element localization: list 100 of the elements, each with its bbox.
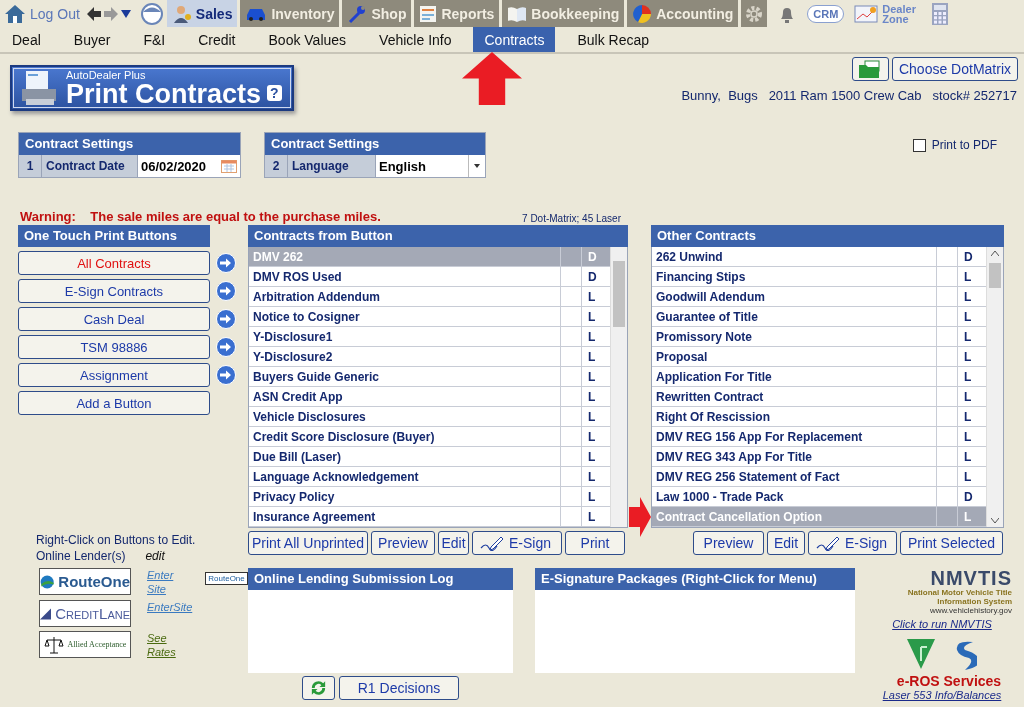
- printer-type: L: [587, 328, 597, 346]
- contract-name: Due Bill (Laser): [249, 447, 561, 466]
- setting-number: 2: [265, 155, 288, 177]
- scroll-thumb[interactable]: [989, 263, 1001, 288]
- tab[interactable]: Deal: [1, 27, 52, 52]
- scroll-thumb[interactable]: [613, 261, 625, 327]
- tab[interactable]: Credit: [187, 27, 247, 52]
- scroll-up-icon[interactable]: [991, 251, 999, 256]
- lender-link[interactable]: Enter Site: [147, 568, 174, 596]
- contract-row[interactable]: Promissory Note L: [652, 327, 986, 347]
- panel-title: E-Signature Packages (Right-Click for Menu): [535, 568, 855, 590]
- balances-link[interactable]: Laser 553 Info/Balances: [882, 689, 1002, 701]
- help-icon[interactable]: ?: [267, 85, 282, 101]
- nmvtis-link[interactable]: Click to run NMVTIS: [892, 618, 992, 630]
- printer-type: L: [963, 468, 973, 486]
- action-button[interactable]: Print All Unprinted: [248, 531, 368, 555]
- action-button[interactable]: Preview: [371, 531, 435, 555]
- tab[interactable]: Buyer: [62, 27, 122, 52]
- contract-row[interactable]: Y-Disclosure1 L: [249, 327, 610, 347]
- printer-type: L: [963, 508, 973, 526]
- contract-row[interactable]: Credit Score Disclosure (Buyer) L: [249, 427, 610, 447]
- contract-row[interactable]: Buyers Guide Generic L: [249, 367, 610, 387]
- lender-link[interactable]: EnterSite: [147, 600, 193, 614]
- setting-number: 1: [19, 155, 42, 177]
- refresh-button[interactable]: [302, 676, 335, 700]
- tab[interactable]: F&I: [132, 27, 177, 52]
- dropdown-caret-icon[interactable]: [474, 164, 480, 168]
- panel-title: Other Contracts: [651, 225, 1004, 247]
- home-icon: [4, 3, 26, 24]
- action-button[interactable]: Edit: [767, 531, 805, 555]
- tab[interactable]: Book Values: [257, 27, 358, 52]
- contract-row[interactable]: Right Of Rescission L: [652, 407, 986, 427]
- contract-row[interactable]: DMV REG 256 Statement of Fact L: [652, 467, 986, 487]
- printer-type: L: [963, 388, 973, 406]
- print-preset-button[interactable]: Assignment: [18, 363, 210, 387]
- calendar-icon[interactable]: [221, 159, 237, 173]
- contract-row[interactable]: Insurance Agreement L: [249, 507, 610, 527]
- scrollbar[interactable]: [610, 247, 627, 527]
- print-preset-button[interactable]: Cash Deal: [18, 307, 210, 331]
- module-tab[interactable]: Sales: [166, 0, 238, 27]
- print-preset-button[interactable]: TSM 98886: [18, 335, 210, 359]
- contract-row[interactable]: Privacy Policy L: [249, 487, 610, 507]
- contract-name: Notice to Cosigner: [249, 307, 561, 326]
- lender-link[interactable]: See Rates: [147, 631, 176, 659]
- contract-row[interactable]: Proposal L: [652, 347, 986, 367]
- checkbox[interactable]: [912, 138, 926, 152]
- contract-row[interactable]: Application For Title L: [652, 367, 986, 387]
- r1-decisions-button[interactable]: R1 Decisions: [339, 676, 459, 700]
- action-button[interactable]: Preview: [693, 531, 764, 555]
- contract-name: DMV REG 256 Statement of Fact: [652, 467, 937, 486]
- esign-button[interactable]: E-Sign: [472, 531, 562, 555]
- contract-row[interactable]: Vehicle Disclosures L: [249, 407, 610, 427]
- edit-link[interactable]: edit: [145, 548, 165, 564]
- contract-row[interactable]: Notice to Cosigner L: [249, 307, 610, 327]
- contract-row[interactable]: Financing Stips L: [652, 267, 986, 287]
- print-preset-button[interactable]: Add a Button: [18, 391, 210, 415]
- crm-button[interactable]: CRM: [807, 4, 845, 23]
- lender-logo[interactable]: CreditLane: [39, 600, 131, 627]
- date-field[interactable]: 06/02/2020: [138, 155, 240, 177]
- contract-row[interactable]: Y-Disclosure2 L: [249, 347, 610, 367]
- tab[interactable]: Bulk Recap: [566, 27, 660, 52]
- lender-badge[interactable]: RouteOne: [205, 572, 248, 585]
- action-button[interactable]: Edit: [438, 531, 469, 555]
- dropdown-caret-icon[interactable]: [120, 9, 131, 18]
- contract-row[interactable]: Language Acknowledgement L: [249, 467, 610, 487]
- scrollbar[interactable]: [986, 247, 1003, 527]
- tab[interactable]: Contracts: [473, 27, 556, 52]
- chart-icon[interactable]: [854, 4, 879, 23]
- contract-name: Privacy Policy: [249, 487, 561, 506]
- contract-row[interactable]: Rewritten Contract L: [652, 387, 986, 407]
- lender-logo[interactable]: Allied Acceptance: [39, 631, 131, 658]
- contract-row[interactable]: ASN Credit App L: [249, 387, 610, 407]
- settings-icon[interactable]: [741, 0, 768, 27]
- contract-row[interactable]: Guarantee of Title L: [652, 307, 986, 327]
- back-icon[interactable]: [86, 6, 101, 21]
- nmvtis-logo[interactable]: NMVTIS National Motor Vehicle Title Information System www.vehiclehistory.gov: [872, 568, 1012, 615]
- contract-row[interactable]: DMV REG 156 App For Replacement L: [652, 427, 986, 447]
- pen-icon: [815, 535, 841, 551]
- contract-row[interactable]: DMV REG 343 App For Title L: [652, 447, 986, 467]
- scroll-down-icon[interactable]: [991, 518, 999, 523]
- logout-link[interactable]: Log Out: [0, 0, 84, 27]
- print-preset-button[interactable]: E-Sign Contracts: [18, 279, 210, 303]
- contract-row[interactable]: Arbitration Addendum L: [249, 287, 610, 307]
- print-preset-button[interactable]: All Contracts: [18, 251, 210, 275]
- folder-button[interactable]: [851, 57, 889, 81]
- contract-row[interactable]: Due Bill (Laser) L: [249, 447, 610, 467]
- triangle-logo-icon: [907, 639, 935, 669]
- esign-button[interactable]: E-Sign: [808, 531, 897, 555]
- contract-row[interactable]: Goodwill Adendum L: [652, 287, 986, 307]
- contract-row[interactable]: DMV ROS Used D: [249, 267, 610, 287]
- contract-row[interactable]: 262 Unwind D: [652, 247, 986, 267]
- tab[interactable]: Vehicle Info: [368, 27, 463, 52]
- lender-logo[interactable]: RouteOne: [39, 568, 131, 595]
- contract-name: Vehicle Disclosures: [249, 407, 561, 426]
- action-button[interactable]: Print: [565, 531, 625, 555]
- printer-type: L: [963, 308, 973, 326]
- action-button[interactable]: Print Selected: [900, 531, 1003, 555]
- contract-name: DMV REG 343 App For Title: [652, 447, 937, 466]
- language-dropdown[interactable]: English: [376, 155, 485, 177]
- choose-printer-button[interactable]: Choose DotMatrix: [891, 57, 1018, 81]
